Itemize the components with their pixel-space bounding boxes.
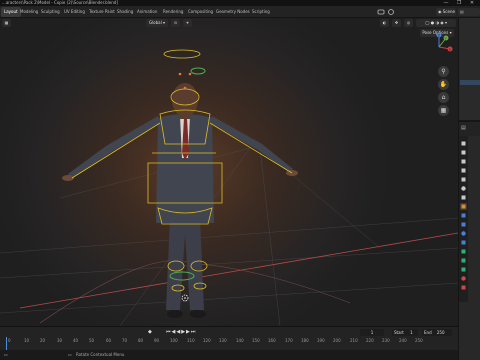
perspective-toggle-icon[interactable]: ▦ <box>438 105 449 116</box>
ruler-tick: 80 <box>138 338 144 343</box>
current-frame-field[interactable]: 1 <box>360 329 384 336</box>
keyframe-icon[interactable]: ◆ <box>148 329 154 336</box>
render-icon[interactable] <box>460 149 467 156</box>
material-icon[interactable] <box>460 275 467 282</box>
ruler-tick: 180 <box>301 338 309 343</box>
ruler-tick: 100 <box>170 338 178 343</box>
constraint-icon[interactable] <box>460 239 467 246</box>
tab-scripting[interactable]: Scripting <box>249 7 273 17</box>
ruler-tick: 200 <box>333 338 341 343</box>
properties-editor-icon[interactable]: ▤ <box>461 125 466 131</box>
collection-icon[interactable] <box>460 194 467 201</box>
ruler-tick: 190 <box>317 338 325 343</box>
x-axis-line <box>19 232 458 309</box>
view-layer-icon: ▤ <box>460 9 464 14</box>
ruler-tick: 150 <box>252 338 260 343</box>
status-hint: Rotate Contextual Menu <box>76 352 125 357</box>
timeline-editor[interactable]: ◆ ⏮◀◀▶▶⏭ 1 Start 1 End 250 0 10 20 30 40… <box>0 326 458 351</box>
tab-animation[interactable]: Animation <box>134 7 160 17</box>
ruler-tick: 50 <box>89 338 95 343</box>
outliner-selected-row[interactable] <box>460 80 480 85</box>
end-frame-field[interactable]: End 250 <box>422 329 452 336</box>
object-icon[interactable] <box>460 203 467 210</box>
playhead[interactable] <box>6 337 7 351</box>
end-value: 250 <box>436 330 445 335</box>
data-icon[interactable] <box>460 248 467 255</box>
ruler-tick: 230 <box>382 338 390 343</box>
tab-geometry-nodes[interactable]: Geometry Nodes <box>213 7 253 17</box>
tab-rendering[interactable]: Rendering <box>160 7 186 17</box>
bone-icon[interactable] <box>460 257 467 264</box>
properties-header[interactable]: ▤ <box>459 122 480 136</box>
bone-constraint-icon[interactable] <box>460 266 467 273</box>
start-value: 1 <box>410 330 413 335</box>
workspace-options-icon[interactable] <box>387 8 395 16</box>
navigation-gizmo[interactable]: X Y Z <box>424 32 454 62</box>
scene-icon[interactable] <box>460 176 467 183</box>
tab-sculpting[interactable]: Sculpting <box>38 7 63 17</box>
ruler-tick: 10 <box>24 338 30 343</box>
ruler-tick: 240 <box>399 338 407 343</box>
ruler-tick: 20 <box>40 338 46 343</box>
scene-selector[interactable]: ◉ Scene <box>436 8 456 16</box>
pan-icon[interactable]: ✋ <box>438 79 449 90</box>
properties-tabs <box>459 136 468 302</box>
ruler-tick: 140 <box>236 338 244 343</box>
status-bar: ▭ ▭ Rotate Contextual Menu <box>0 350 458 360</box>
ruler-tick: 0 <box>8 338 11 343</box>
tab-shading[interactable]: Shading <box>114 7 136 17</box>
camera-view-icon[interactable]: ⌂ <box>438 92 449 103</box>
ruler-tick: 160 <box>268 338 276 343</box>
modifier-icon[interactable] <box>460 212 467 219</box>
scene-label: Scene <box>442 9 455 14</box>
editor-type-icon[interactable] <box>377 8 385 16</box>
outliner[interactable] <box>459 18 480 122</box>
start-label: Start <box>394 330 404 335</box>
3d-cursor-icon <box>181 294 189 302</box>
frame-ruler[interactable]: 0 10 20 30 40 50 60 70 80 90 100 110 120… <box>0 338 458 344</box>
ruler-tick: 90 <box>154 338 160 343</box>
start-frame-field[interactable]: Start 1 <box>392 329 418 336</box>
scene-render <box>0 49 458 326</box>
playback-controls[interactable]: ⏮◀◀▶▶⏭ <box>166 329 212 336</box>
output-icon[interactable] <box>460 158 467 165</box>
mouse-middle-icon: ▭ <box>68 352 72 357</box>
ruler-tick: 70 <box>122 338 128 343</box>
gizmo-y-label: Y <box>445 36 447 40</box>
character-model <box>62 83 298 318</box>
world-icon[interactable] <box>460 185 467 192</box>
ruler-tick: 170 <box>285 338 293 343</box>
physics-icon[interactable] <box>460 230 467 237</box>
view-layer-selector[interactable]: ▤ <box>458 8 480 16</box>
gizmo-z-label: Z <box>438 33 440 37</box>
ruler-tick: 210 <box>350 338 358 343</box>
tool-icon[interactable] <box>460 140 467 147</box>
ruler-tick: 110 <box>187 338 195 343</box>
texture-icon[interactable] <box>460 284 467 291</box>
right-panel: ▤ <box>458 18 480 360</box>
end-label: End <box>424 330 432 335</box>
ruler-tick: 120 <box>203 338 211 343</box>
ruler-tick: 250 <box>415 338 423 343</box>
ruler-tick: 130 <box>219 338 227 343</box>
view-layer-icon[interactable] <box>460 167 467 174</box>
ruler-tick: 30 <box>57 338 63 343</box>
zoom-icon[interactable]: ⚲ <box>438 66 449 77</box>
tab-uv-editing[interactable]: UV Editing <box>61 7 88 17</box>
workspace-bar: Layout Modeling Sculpting UV Editing Tex… <box>0 6 480 18</box>
ruler-tick: 40 <box>73 338 79 343</box>
3d-viewport[interactable]: ▦ Global ▾ ⊙ ⌖ ◐ ✥ ◎ ◯ ● ◑ ◉ ▾ Pose Opti… <box>0 18 458 326</box>
gizmo-x-label: X <box>449 47 451 51</box>
ruler-tick: 220 <box>366 338 374 343</box>
tab-compositing[interactable]: Compositing <box>185 7 216 17</box>
particles-icon[interactable] <box>460 221 467 228</box>
ruler-tick: 60 <box>106 338 112 343</box>
mouse-left-icon: ▭ <box>4 352 8 357</box>
